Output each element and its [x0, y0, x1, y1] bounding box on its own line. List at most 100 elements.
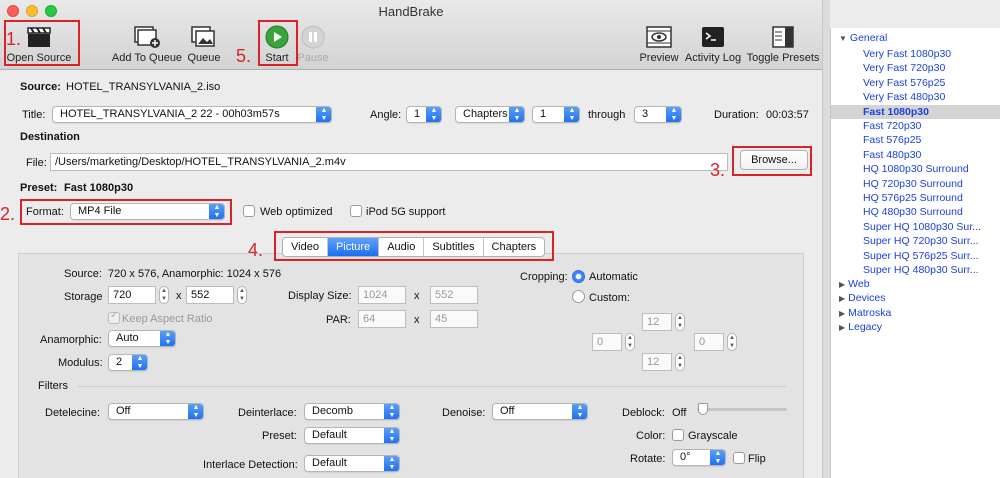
queue-button[interactable]: Queue: [184, 24, 224, 64]
preset-item[interactable]: Super HQ 720p30 Surr...: [831, 234, 1000, 248]
add-to-queue-button[interactable]: Add To Queue: [110, 24, 184, 64]
interlace-detection-value: Default: [312, 457, 347, 469]
preset-item[interactable]: Super HQ 480p30 Surr...: [831, 263, 1000, 277]
crop-automatic-radio[interactable]: [572, 270, 585, 283]
modulus-select[interactable]: 2 ▲ ▼: [108, 354, 148, 371]
preset-group-label: Legacy: [848, 321, 883, 334]
picture-source-value: 720 x 576, Anamorphic: 1024 x 576: [108, 268, 282, 280]
web-optimized-label: Web optimized: [260, 206, 333, 218]
preset-item[interactable]: Super HQ 576p25 Surr...: [831, 249, 1000, 263]
preset-item[interactable]: HQ 1080p30 Surround: [831, 162, 1000, 176]
anamorphic-select[interactable]: Auto ▲ ▼: [108, 330, 176, 347]
preset-item[interactable]: HQ 720p30 Surround: [831, 177, 1000, 191]
crop-left-stepper[interactable]: ▲ ▼: [625, 333, 635, 351]
terminal-icon: [699, 24, 727, 50]
chapter-start-select[interactable]: 1 ▲ ▼: [532, 106, 580, 123]
display-height-field[interactable]: 552: [430, 286, 478, 304]
preset-item[interactable]: Very Fast 720p30: [831, 61, 1000, 75]
chapter-end-select[interactable]: 3 ▲ ▼: [634, 106, 682, 123]
rotate-value: 0°: [680, 451, 691, 463]
preset-item[interactable]: HQ 576p25 Surround: [831, 191, 1000, 205]
preset-item[interactable]: Very Fast 480p30: [831, 90, 1000, 104]
preset-group-item[interactable]: ▶ Web: [839, 278, 870, 290]
crop-bottom-stepper[interactable]: ▲ ▼: [675, 353, 685, 371]
sidebar-icon: [769, 24, 797, 50]
par-width-field[interactable]: 64: [358, 310, 406, 328]
toolbar: HandBrake Open Source Add To Queue Queue…: [0, 0, 822, 70]
preset-item[interactable]: Super HQ 1080p30 Sur...: [831, 220, 1000, 234]
rotate-select[interactable]: 0° ▲ ▼: [672, 449, 726, 466]
storage-x-label: x: [176, 290, 182, 302]
disclosure-open-icon: ▼: [839, 34, 847, 43]
web-optimized-checkbox[interactable]: [243, 205, 255, 217]
title-select[interactable]: HOTEL_TRANSYLVANIA_2 22 - 00h03m57s ▲ ▼: [52, 106, 332, 123]
crop-right-stepper[interactable]: ▲ ▼: [727, 333, 737, 351]
format-select[interactable]: MP4 File ▲ ▼: [70, 203, 225, 220]
preset-item[interactable]: Fast 720p30: [831, 119, 1000, 133]
pause-icon: [299, 24, 327, 50]
deblock-value: Off: [672, 407, 687, 419]
preset-item[interactable]: Fast 480p30: [831, 148, 1000, 162]
toggle-presets-button[interactable]: Toggle Presets: [746, 24, 820, 64]
file-path-field[interactable]: /Users/marketing/Desktop/HOTEL_TRANSYLVA…: [50, 153, 728, 171]
source-label: Source:: [20, 81, 61, 93]
grayscale-checkbox[interactable]: [672, 429, 684, 441]
crop-right-field[interactable]: 0: [694, 333, 724, 351]
select-arrows-icon: ▲ ▼: [509, 107, 524, 122]
preset-group-item[interactable]: ▶ Matroska: [839, 307, 891, 319]
annotation-box-4: [274, 231, 554, 261]
preset-item[interactable]: Fast 576p25: [831, 133, 1000, 147]
preset-group-general[interactable]: ▼ General: [839, 32, 887, 44]
queue-icon: [190, 24, 218, 50]
preset-item[interactable]: Fast 1080p30: [831, 104, 1000, 119]
deblock-slider-track[interactable]: [697, 408, 787, 411]
through-label: through: [588, 109, 626, 121]
select-arrows-icon: ▲ ▼: [710, 450, 725, 465]
storage-height-stepper[interactable]: ▲ ▼: [237, 286, 247, 304]
detelecine-select[interactable]: Off ▲ ▼: [108, 403, 204, 420]
ipod-support-checkbox[interactable]: [350, 205, 362, 217]
disclosure-closed-icon: ▶: [839, 308, 846, 318]
preview-button[interactable]: Preview: [638, 24, 680, 64]
select-arrows-icon: ▲ ▼: [160, 331, 175, 346]
preset-group-item[interactable]: ▶ Devices: [839, 292, 886, 304]
annotation-box-3: [732, 146, 812, 176]
crop-top-field[interactable]: 12: [642, 313, 672, 331]
keep-aspect-checkbox[interactable]: ✓: [108, 310, 120, 324]
preset-group-label: Matroska: [848, 306, 892, 319]
split-divider[interactable]: [822, 0, 830, 478]
filter-preset-select[interactable]: Default ▲ ▼: [304, 427, 400, 444]
deblock-slider-knob[interactable]: [698, 403, 708, 415]
par-x-label: x: [414, 314, 420, 326]
pause-label: Pause: [297, 52, 329, 64]
angle-select[interactable]: 1 ▲ ▼: [406, 106, 442, 123]
crop-custom-radio[interactable]: [572, 290, 585, 303]
denoise-select[interactable]: Off ▲ ▼: [492, 403, 588, 420]
select-arrows-icon: ▲ ▼: [132, 355, 147, 370]
preset-item[interactable]: Very Fast 576p25: [831, 76, 1000, 90]
toggle-presets-label: Toggle Presets: [746, 52, 820, 64]
crop-top-stepper[interactable]: ▲ ▼: [675, 313, 685, 331]
add-to-queue-label: Add To Queue: [111, 52, 183, 64]
interlace-detection-select[interactable]: Default ▲ ▼: [304, 455, 400, 472]
preset-item[interactable]: HQ 480p30 Surround: [831, 205, 1000, 219]
range-type-select[interactable]: Chapters ▲ ▼: [455, 106, 525, 123]
disclosure-closed-icon: ▶: [839, 294, 846, 304]
par-height-field[interactable]: 45: [430, 310, 478, 328]
preset-group-item[interactable]: ▶ Legacy: [839, 321, 882, 333]
storage-height-field[interactable]: 552: [186, 286, 234, 304]
crop-left-field[interactable]: 0: [592, 333, 622, 351]
preset-group-general-label: General: [849, 32, 888, 44]
activity-log-button[interactable]: Activity Log: [684, 24, 742, 64]
storage-width-field[interactable]: 720: [108, 286, 156, 304]
flip-checkbox[interactable]: [733, 452, 745, 464]
pause-button[interactable]: Pause: [296, 24, 330, 64]
disclosure-closed-icon: ▶: [839, 280, 846, 289]
preset-item[interactable]: Very Fast 1080p30: [831, 47, 1000, 61]
storage-width-stepper[interactable]: ▲ ▼: [159, 286, 169, 304]
grayscale-label: Grayscale: [688, 430, 738, 442]
display-width-field[interactable]: 1024: [358, 286, 406, 304]
crop-bottom-field[interactable]: 12: [642, 353, 672, 371]
deinterlace-select[interactable]: Decomb ▲ ▼: [304, 403, 400, 420]
storage-label: Storage: [64, 291, 103, 303]
